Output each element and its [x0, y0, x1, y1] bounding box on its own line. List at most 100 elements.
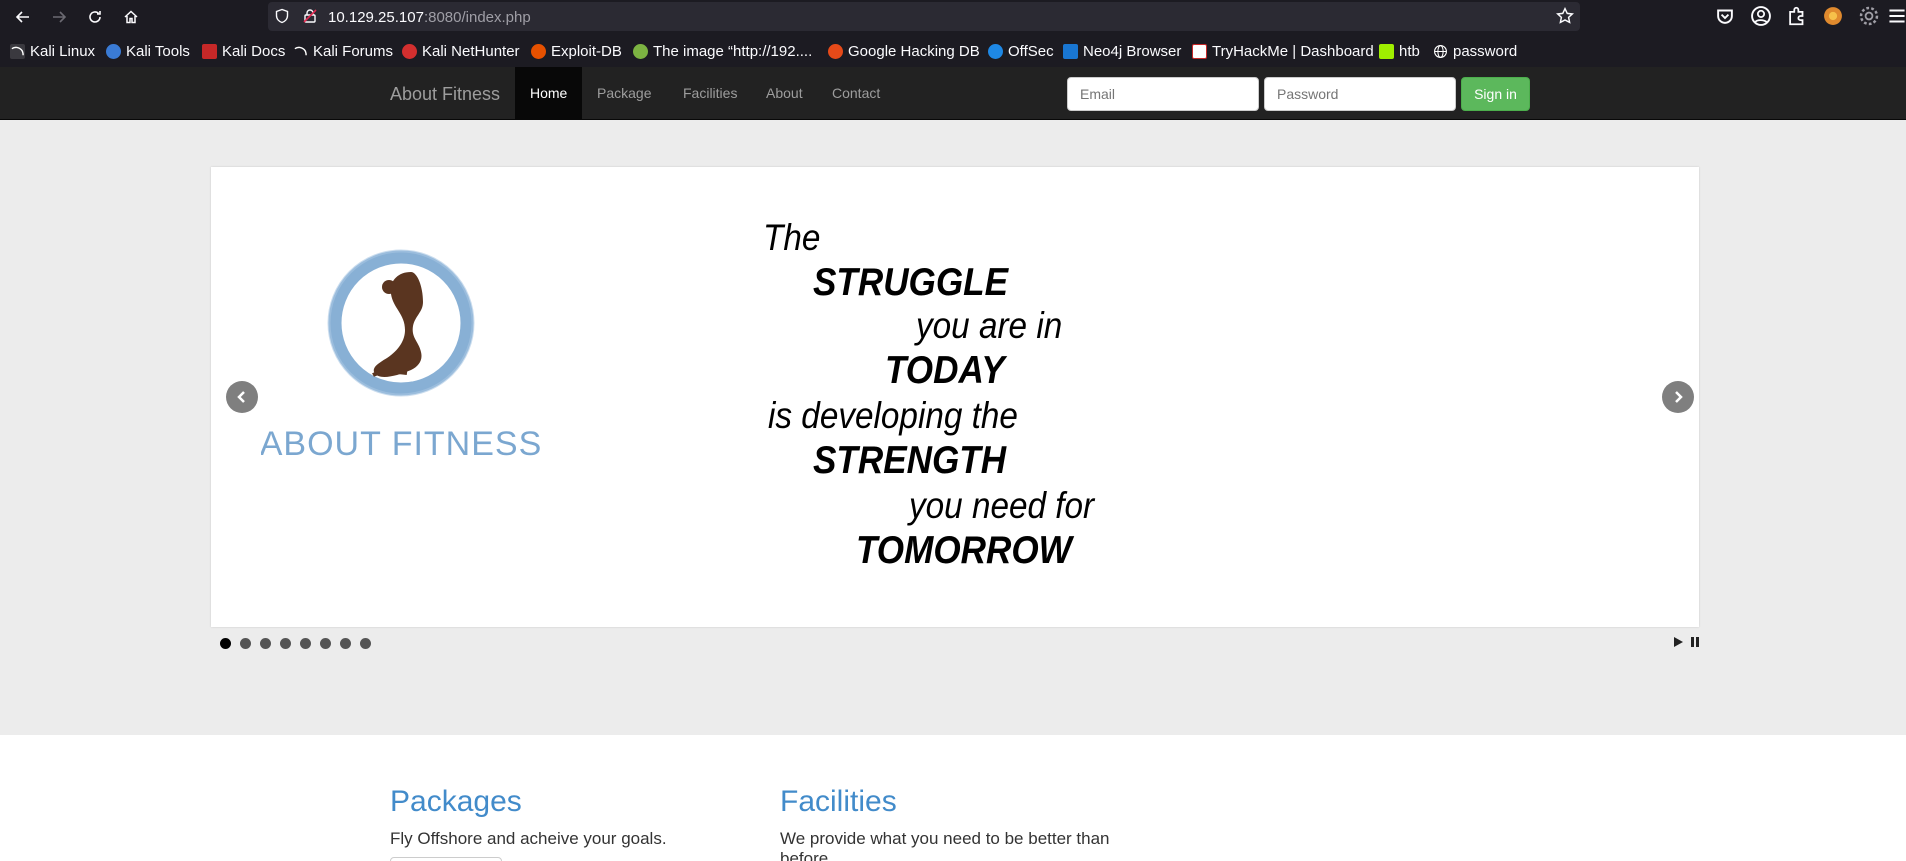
- features-section: Packages Fly Offshore and acheive your g…: [0, 735, 1906, 861]
- bookmark-label: The image “http://192....: [653, 42, 813, 60]
- exploit-db-icon: [531, 43, 546, 59]
- site-brand[interactable]: About Fitness: [390, 84, 500, 105]
- nav-package[interactable]: Package: [582, 67, 666, 119]
- kali-dragon-icon: [293, 44, 308, 59]
- bookmark-label: Exploit-DB: [551, 42, 622, 60]
- site-navbar: About Fitness Home Package Facilities Ab…: [0, 67, 1906, 120]
- carousel-dot[interactable]: [260, 638, 271, 649]
- neo4j-icon: [1063, 43, 1078, 59]
- carousel-next-button[interactable]: [1662, 381, 1694, 413]
- logo-text: ABOUT FITNESS: [261, 425, 542, 463]
- bookmark-google-hacking-db[interactable]: Google Hacking DB: [828, 42, 980, 60]
- bookmark-label: Kali NetHunter: [422, 42, 520, 60]
- image-bookmark-icon: [633, 43, 648, 59]
- bookmark-label: Google Hacking DB: [848, 42, 980, 60]
- packages-heading: Packages: [390, 785, 522, 818]
- carousel-dot[interactable]: [220, 638, 231, 649]
- carousel-prev-button[interactable]: [226, 381, 258, 413]
- address-bar[interactable]: 10.129.25.107:8080/index.php: [268, 2, 1580, 31]
- nav-contact[interactable]: Contact: [817, 67, 895, 119]
- bookmark-label: Neo4j Browser: [1083, 42, 1182, 60]
- bookmark-htb[interactable]: htb: [1379, 42, 1420, 60]
- bookmark-label: Kali Docs: [222, 42, 286, 60]
- kali-docs-icon: [202, 43, 217, 59]
- kali-tools-icon: [106, 43, 121, 59]
- motivational-quote: The STRUGGLE you are in TODAY is develop…: [751, 217, 1131, 577]
- facilities-heading: Facilities: [780, 785, 897, 818]
- pocket-icon[interactable]: [1714, 5, 1736, 27]
- bookmark-label: TryHackMe | Dashboard: [1212, 42, 1374, 60]
- bookmark-label: htb: [1399, 42, 1420, 60]
- back-icon[interactable]: [11, 5, 35, 29]
- bookmark-label: password: [1453, 42, 1518, 60]
- carousel-dot[interactable]: [320, 638, 331, 649]
- menu-icon[interactable]: [1886, 5, 1906, 27]
- account-icon[interactable]: [1750, 5, 1772, 27]
- bookmark-kali-forums[interactable]: Kali Forums: [293, 42, 393, 60]
- email-input[interactable]: [1067, 77, 1259, 111]
- bookmark-image[interactable]: The image “http://192....: [633, 42, 812, 60]
- quote-line: STRUGGLE: [813, 261, 1009, 304]
- password-input[interactable]: [1264, 77, 1456, 111]
- chevron-left-icon: [237, 391, 245, 403]
- settings-gear-icon[interactable]: [1858, 5, 1880, 27]
- chevron-right-icon: [1675, 391, 1683, 403]
- carousel-dot[interactable]: [300, 638, 311, 649]
- pause-icon[interactable]: [1691, 637, 1694, 647]
- ghdb-icon: [828, 43, 843, 59]
- bookmark-offsec[interactable]: OffSec: [988, 42, 1054, 60]
- about-fitness-logo: ABOUT FITNESS: [260, 227, 581, 467]
- hero-carousel: ABOUT FITNESS The STRUGGLE you are in TO…: [211, 167, 1699, 627]
- play-icon[interactable]: [1674, 637, 1683, 647]
- quote-line: TODAY: [885, 349, 1005, 392]
- bookmarks-toolbar: Kali Linux Kali Tools Kali Docs Kali For…: [0, 33, 1906, 67]
- packages-details-button[interactable]: [390, 857, 502, 861]
- bookmark-kali-nethunter[interactable]: Kali NetHunter: [402, 42, 520, 60]
- bookmark-tryhackme[interactable]: TryHackMe | Dashboard: [1192, 42, 1374, 60]
- quote-line: The: [763, 217, 821, 258]
- quote-line: you need for: [909, 485, 1095, 526]
- facilities-description: We provide what you need to be better th…: [780, 829, 1110, 861]
- bookmark-label: Kali Forums: [313, 42, 394, 60]
- url-path: :8080/index.php: [423, 9, 531, 26]
- bookmark-password[interactable]: password: [1433, 42, 1517, 60]
- bookmark-kali-linux[interactable]: Kali Linux: [10, 42, 95, 60]
- carousel-dot[interactable]: [360, 638, 371, 649]
- url-text[interactable]: 10.129.25.107:8080/index.php: [328, 9, 531, 26]
- addon-icon[interactable]: [1822, 5, 1844, 27]
- reload-icon[interactable]: [83, 5, 107, 29]
- nav-home[interactable]: Home: [515, 67, 583, 119]
- bookmark-label: OffSec: [1008, 42, 1054, 60]
- bookmark-star-icon[interactable]: [1556, 7, 1574, 25]
- carousel-player-controls: [1672, 635, 1704, 649]
- bookmark-label: Kali Tools: [126, 42, 190, 60]
- globe-icon: [1433, 44, 1448, 59]
- bookmark-kali-tools[interactable]: Kali Tools: [106, 42, 190, 60]
- quote-line: TOMORROW: [856, 529, 1072, 572]
- bookmark-exploit-db[interactable]: Exploit-DB: [531, 42, 622, 60]
- forward-icon[interactable]: [47, 5, 71, 29]
- browser-toolbar: 10.129.25.107:8080/index.php: [0, 0, 1906, 33]
- htb-icon: [1379, 43, 1394, 59]
- quote-line: you are in: [916, 305, 1063, 346]
- offsec-icon: [988, 43, 1003, 59]
- quote-line: is developing the: [768, 395, 1018, 436]
- kali-dragon-icon: [10, 43, 25, 59]
- home-icon[interactable]: [119, 5, 143, 29]
- extensions-icon[interactable]: [1786, 5, 1808, 27]
- carousel-dot[interactable]: [240, 638, 251, 649]
- quote-line: STRENGTH: [813, 439, 1007, 482]
- carousel-dot[interactable]: [340, 638, 351, 649]
- shield-icon[interactable]: [274, 8, 290, 24]
- nav-about[interactable]: About: [751, 67, 818, 119]
- insecure-lock-icon[interactable]: [302, 8, 318, 24]
- bookmark-neo4j[interactable]: Neo4j Browser: [1063, 42, 1181, 60]
- bookmark-kali-docs[interactable]: Kali Docs: [202, 42, 285, 60]
- tryhackme-icon: [1192, 43, 1207, 59]
- nav-facilities[interactable]: Facilities: [668, 67, 752, 119]
- bookmark-label: Kali Linux: [30, 42, 96, 60]
- carousel-dot[interactable]: [280, 638, 291, 649]
- nethunter-icon: [402, 43, 417, 59]
- sign-in-button[interactable]: Sign in: [1461, 77, 1530, 111]
- url-host: 10.129.25.107: [328, 9, 424, 26]
